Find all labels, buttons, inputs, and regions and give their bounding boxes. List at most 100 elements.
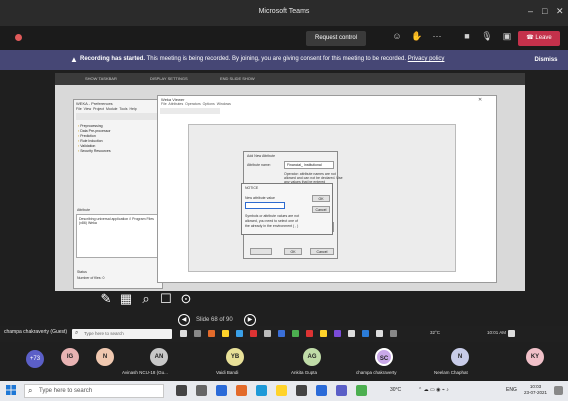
nom-value-field[interactable] xyxy=(245,202,285,209)
more-slide-options-icon[interactable]: ⊙ xyxy=(177,291,195,307)
tray-icons[interactable]: ⌃ ☁ ▭ ◉ ⌁ ♪ xyxy=(418,387,449,393)
weather-temp[interactable]: 30°C xyxy=(390,387,401,393)
viewer-menu-operators[interactable]: Operators xyxy=(185,102,201,106)
leave-button[interactable]: ☎ Leave xyxy=(518,31,560,46)
taskbar-app-icon xyxy=(194,330,201,337)
participant-avatar[interactable]: N xyxy=(451,348,469,366)
end-slide-show-button[interactable]: END SLIDE SHOW xyxy=(220,76,255,81)
attr-cancel-button[interactable]: Cancel xyxy=(310,248,334,255)
viewer-close-icon[interactable]: ✕ xyxy=(478,97,482,103)
close-icon[interactable]: ✕ xyxy=(556,6,564,17)
notification-center-icon[interactable] xyxy=(554,386,563,395)
presenter-search-placeholder: Type here to search xyxy=(84,331,124,336)
next-slide-icon[interactable]: ▶ xyxy=(244,314,256,326)
minimize-icon[interactable]: – xyxy=(528,6,533,16)
mail-icon[interactable] xyxy=(316,385,327,396)
viewer-menu-file[interactable]: File xyxy=(161,102,167,106)
edge-icon[interactable] xyxy=(256,385,267,396)
presenter-tray-time: 10:01 AM xyxy=(487,330,507,335)
privacy-policy-link[interactable]: Privacy policy xyxy=(408,56,445,62)
notification-icon xyxy=(508,330,515,337)
taskbar-app-icon xyxy=(180,330,187,337)
language-indicator[interactable]: ENG xyxy=(506,387,517,393)
more-participants-badge[interactable]: +73 xyxy=(26,350,44,368)
participant-avatar[interactable]: AG xyxy=(303,348,321,366)
status-text: Number of files: 0 xyxy=(77,276,105,280)
taskbar-app-icon xyxy=(236,330,243,337)
taskbar-clock[interactable]: 10:03 23-07-2021 xyxy=(524,384,547,396)
attr-extra-button[interactable] xyxy=(250,248,272,255)
banner-text: This meeting is being recorded. By joini… xyxy=(145,56,407,62)
window-title: Microsoft Teams xyxy=(258,8,310,15)
dismiss-button[interactable]: Dismiss xyxy=(528,54,564,66)
participant-avatar[interactable]: IG xyxy=(61,348,79,366)
nom-help-2: allowed, you need to select one of xyxy=(245,219,298,223)
weka-menu-view[interactable]: View xyxy=(84,107,92,111)
search-icon: ⌕ xyxy=(28,386,33,395)
windows-taskbar: ⌕ Type here to search 30°C ⌃ ☁ ▭ ◉ ⌁ ♪ E… xyxy=(0,381,568,401)
weka-menu-module[interactable]: Module xyxy=(106,107,117,111)
weka-window: WEKA - Preferences File View Project Mod… xyxy=(73,99,163,289)
status-label: Status xyxy=(77,270,87,274)
taskbar-app-icon[interactable] xyxy=(356,385,367,396)
viewer-menu-options[interactable]: Options xyxy=(203,102,215,106)
tree-item[interactable]: Security Resources xyxy=(78,149,110,154)
participant-avatar[interactable]: YB xyxy=(226,348,244,366)
participant-avatar[interactable]: AN xyxy=(150,348,168,366)
weka-title: WEKA - Preferences xyxy=(76,101,113,106)
file-explorer-icon[interactable] xyxy=(276,385,287,396)
pointer-icon[interactable]: ☐ xyxy=(157,291,175,307)
recording-indicator-icon xyxy=(15,34,22,41)
nom-cancel-button[interactable]: Cancel xyxy=(312,206,330,213)
viewer-menu-windows[interactable]: Windows xyxy=(217,102,231,106)
attribute-desc: Describing universal application // Prog… xyxy=(79,217,154,225)
presenter-tray-temp: 32°C xyxy=(430,330,441,335)
teams-icon[interactable] xyxy=(336,385,347,396)
weka-menu-help[interactable]: Help xyxy=(129,107,136,111)
taskbar-app-icon xyxy=(334,330,341,337)
weka-menu: File View Project Module Tools Help xyxy=(76,107,137,111)
presenter-name: champa chakraverty (Guest) xyxy=(4,329,68,335)
grid-view-icon[interactable]: ▦ xyxy=(117,291,135,307)
raise-hand-icon[interactable]: ✋ xyxy=(410,31,424,42)
maximize-icon[interactable]: □ xyxy=(542,6,547,16)
taskbar-app-icon xyxy=(208,330,215,337)
nom-help-3: the already in the environment ( , ) xyxy=(245,224,299,228)
more-options-icon[interactable]: ⋯ xyxy=(430,31,444,42)
zoom-icon[interactable]: ⌕ xyxy=(137,291,155,307)
microphone-icon[interactable]: 🎙 xyxy=(480,31,494,42)
attribute-name-field[interactable]: Financial_ Institutional xyxy=(284,161,334,169)
nom-ok-button[interactable]: OK xyxy=(312,195,330,202)
taskbar-app-icon xyxy=(306,330,313,337)
weka-menu-file[interactable]: File xyxy=(76,107,82,111)
participant-avatar[interactable]: KY xyxy=(526,348,544,366)
participant-name: Neelam Chaphat xyxy=(434,370,468,375)
cortana-icon[interactable] xyxy=(176,385,187,396)
people-icon[interactable]: ☺ xyxy=(390,31,404,41)
nominal-value-dialog: NOTICE New attribute value OK Cancel Sym… xyxy=(241,183,333,235)
taskbar-search-box[interactable]: ⌕ Type here to search xyxy=(24,384,164,398)
camera-icon[interactable]: ■ xyxy=(460,31,474,41)
show-taskbar-button[interactable]: SHOW TASKBAR xyxy=(85,76,117,81)
task-view-icon[interactable] xyxy=(196,385,207,396)
previous-slide-icon[interactable]: ◀ xyxy=(178,314,190,326)
pen-icon[interactable]: ✎ xyxy=(97,291,115,307)
windows-start-icon[interactable] xyxy=(6,385,16,395)
request-control-button[interactable]: Request control xyxy=(306,31,366,46)
share-icon[interactable]: ▣ xyxy=(500,31,514,42)
store-icon[interactable] xyxy=(296,385,307,396)
participant-avatar[interactable]: N xyxy=(96,348,114,366)
weka-menu-project[interactable]: Project xyxy=(93,107,104,111)
taskbar-app-icon[interactable] xyxy=(216,385,227,396)
shared-desktop: WEKA - Preferences File View Project Mod… xyxy=(55,85,525,291)
search-icon: ⌕ xyxy=(75,330,79,336)
attribute-label: Attribute xyxy=(77,208,91,212)
display-settings-button[interactable]: DISPLAY SETTINGS xyxy=(150,76,188,81)
viewer-menu-attributes[interactable]: Attributes xyxy=(168,102,183,106)
taskbar-app-icon xyxy=(320,330,327,337)
taskbar-search-placeholder: Type here to search xyxy=(39,388,93,394)
attr-ok-button[interactable]: OK xyxy=(284,248,302,255)
taskbar-app-icon[interactable] xyxy=(236,385,247,396)
weka-menu-tools[interactable]: Tools xyxy=(119,107,127,111)
participant-avatar[interactable]: SC xyxy=(375,348,393,366)
